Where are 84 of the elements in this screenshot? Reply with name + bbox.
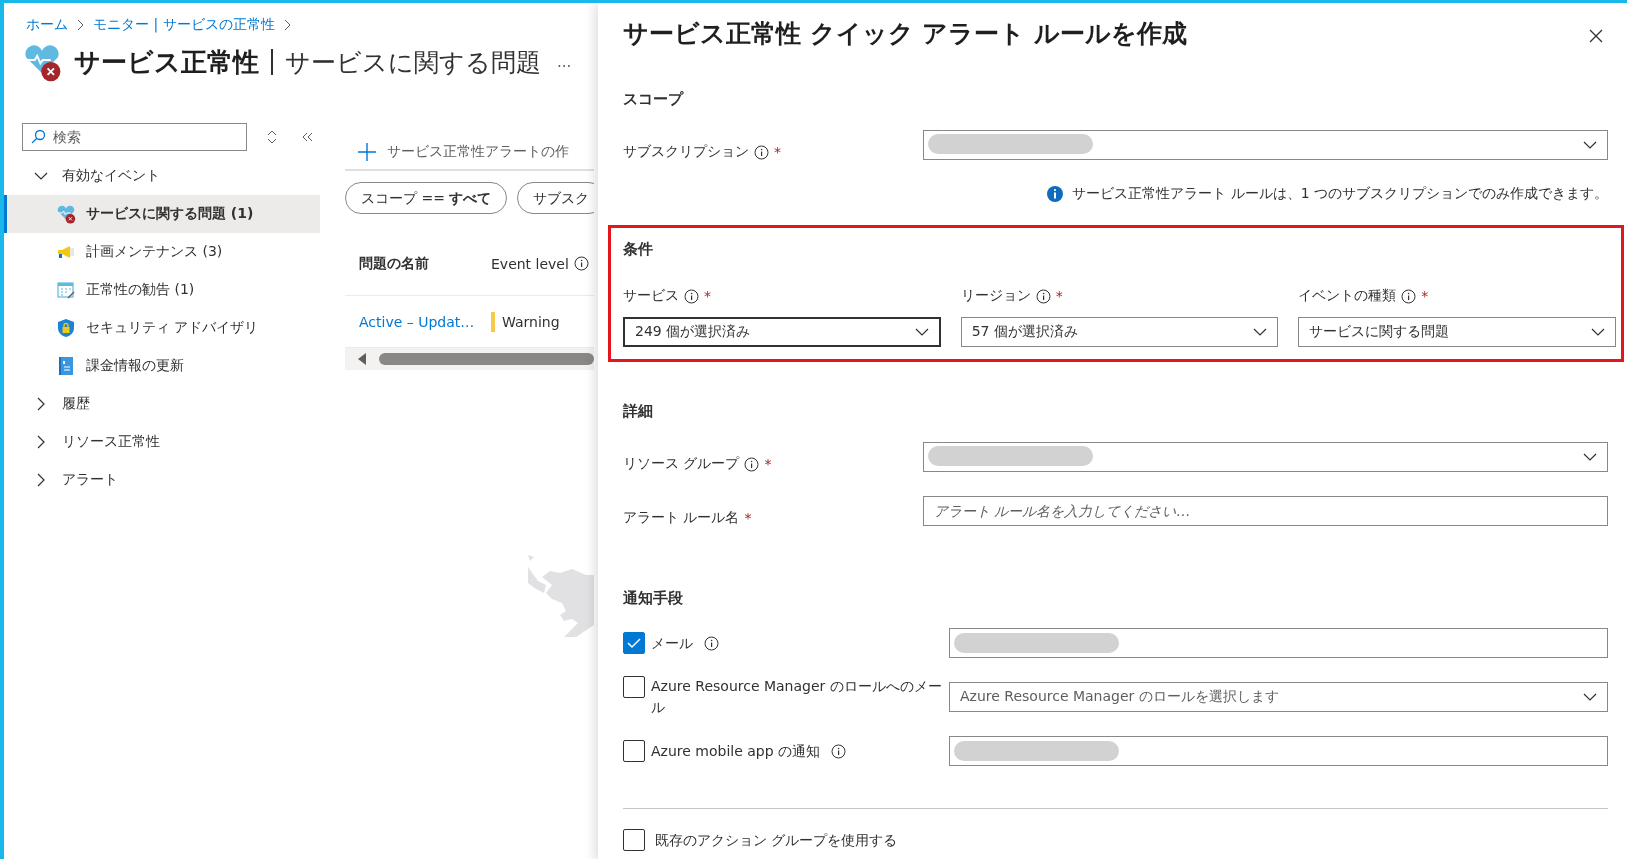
page-title: サービス正常性 [74, 45, 259, 79]
table-cell: Warning [502, 313, 560, 330]
dropdown[interactable] [923, 130, 1608, 160]
dropdown[interactable] [923, 442, 1608, 472]
section-heading: スコープ [623, 90, 683, 109]
field-label: イベントの種類 [1298, 287, 1397, 305]
chevron-down-icon [1583, 693, 1597, 701]
required-mark: * [774, 144, 781, 160]
issue-link[interactable]: Active – Updat… [359, 313, 475, 330]
nav-item[interactable]: 正常性の勧告 (1) [4, 271, 320, 309]
info-icon [1046, 185, 1065, 203]
nav-item[interactable]: サービスに関する問題 (1) [4, 195, 320, 233]
filter-pill[interactable]: スコープ == すべて [345, 182, 508, 214]
filter-pill[interactable]: サブスク [517, 182, 594, 214]
section-heading: 詳細 [623, 402, 653, 421]
checkbox-label: 既存のアクション グループを使用する [655, 830, 898, 850]
tree-item[interactable]: リソース正常性 [4, 423, 320, 461]
checkbox[interactable] [623, 632, 645, 654]
column-header[interactable]: Event level [491, 255, 569, 272]
required-mark: * [764, 456, 772, 472]
chevron-down-icon [1583, 141, 1597, 149]
checkbox[interactable] [623, 829, 645, 851]
tree-item[interactable]: アラート [4, 461, 320, 499]
plus-icon[interactable] [357, 142, 377, 162]
field-label: サブスクリプション [623, 143, 749, 161]
dropdown[interactable]: Azure Resource Manager のロールを選択します [949, 682, 1608, 712]
input-field[interactable]: アラート ルール名を入力してください… [923, 496, 1608, 526]
chevron-right-icon [77, 19, 84, 31]
close-button[interactable] [1589, 29, 1603, 43]
chevron-right-icon [37, 435, 45, 449]
collapse-icon[interactable] [301, 132, 313, 142]
nav-item[interactable]: セキュリティ アドバイザリ [4, 309, 320, 347]
calendar-icon [56, 280, 76, 300]
scroll-left-icon [357, 353, 367, 365]
required-mark: * [744, 510, 752, 526]
checkmark-icon [627, 637, 641, 649]
required-mark: * [1055, 288, 1063, 304]
chevron-down-icon [914, 328, 929, 336]
dropdown[interactable]: 57 個が選択済み [960, 317, 1279, 347]
health-alert-icon [22, 42, 62, 82]
section-heading: 通知手段 [623, 589, 683, 608]
checkbox[interactable] [623, 676, 645, 698]
scrollbar[interactable] [345, 348, 594, 370]
shield-lock-icon [56, 318, 76, 338]
column-header[interactable]: 問題の名前 [359, 254, 429, 271]
checkbox-label: Azure Resource Manager のロールへのメール [651, 677, 943, 717]
info-note: サービス正常性アラート ルールは、1 つのサブスクリプションでのみ作成できます。 [1072, 185, 1608, 203]
field-label: リージョン [960, 287, 1031, 305]
checkbox-label: Azure mobile app の通知 [651, 741, 821, 761]
chevron-right-icon [37, 473, 45, 487]
document-icon [56, 356, 76, 376]
chevron-down-icon [1583, 453, 1597, 461]
chevron-down-icon [34, 172, 48, 180]
field-label: リソース グループ [623, 455, 740, 473]
health-alert-icon [56, 204, 76, 224]
search-field[interactable]: 検索 [22, 123, 247, 151]
chevron-right-icon [283, 19, 291, 31]
panel-title: サービス正常性 クイック アラート ルールを作成 [623, 18, 1188, 50]
checkbox-label: メール [651, 633, 693, 653]
field-label: サービス [623, 287, 679, 305]
nav-item[interactable]: 計画メンテナンス (3) [4, 233, 320, 271]
chevron-down-icon [1253, 328, 1268, 336]
dropdown[interactable]: 249 個が選択済み [623, 317, 941, 347]
input-field[interactable] [949, 628, 1608, 658]
sort-icon[interactable] [267, 130, 277, 144]
required-mark: * [704, 288, 711, 304]
close-icon [1589, 29, 1603, 43]
search-icon [30, 129, 46, 145]
create-alert-button[interactable]: サービス正常性アラートの作 [387, 143, 569, 161]
dropdown[interactable]: サービスに関する問題 [1298, 317, 1616, 347]
breadcrumb-link[interactable]: モニター | サービスの正常性 [93, 16, 275, 34]
tree-item[interactable]: 履歴 [4, 385, 320, 423]
section-heading: 条件 [623, 240, 653, 259]
required-mark: * [1421, 288, 1429, 304]
page-subtitle: サービスに関する問題 [285, 46, 541, 79]
chevron-right-icon [37, 397, 45, 411]
chevron-down-icon [1591, 328, 1605, 336]
checkbox[interactable] [623, 740, 645, 762]
tree-item[interactable]: 有効なイベント [4, 157, 320, 195]
breadcrumb-link[interactable]: ホーム [26, 16, 68, 34]
nav-item[interactable]: 課金情報の更新 [4, 347, 320, 385]
more-button[interactable]: ... [557, 53, 572, 71]
input-field[interactable] [949, 736, 1608, 766]
field-label: アラート ルール名 [623, 509, 740, 527]
